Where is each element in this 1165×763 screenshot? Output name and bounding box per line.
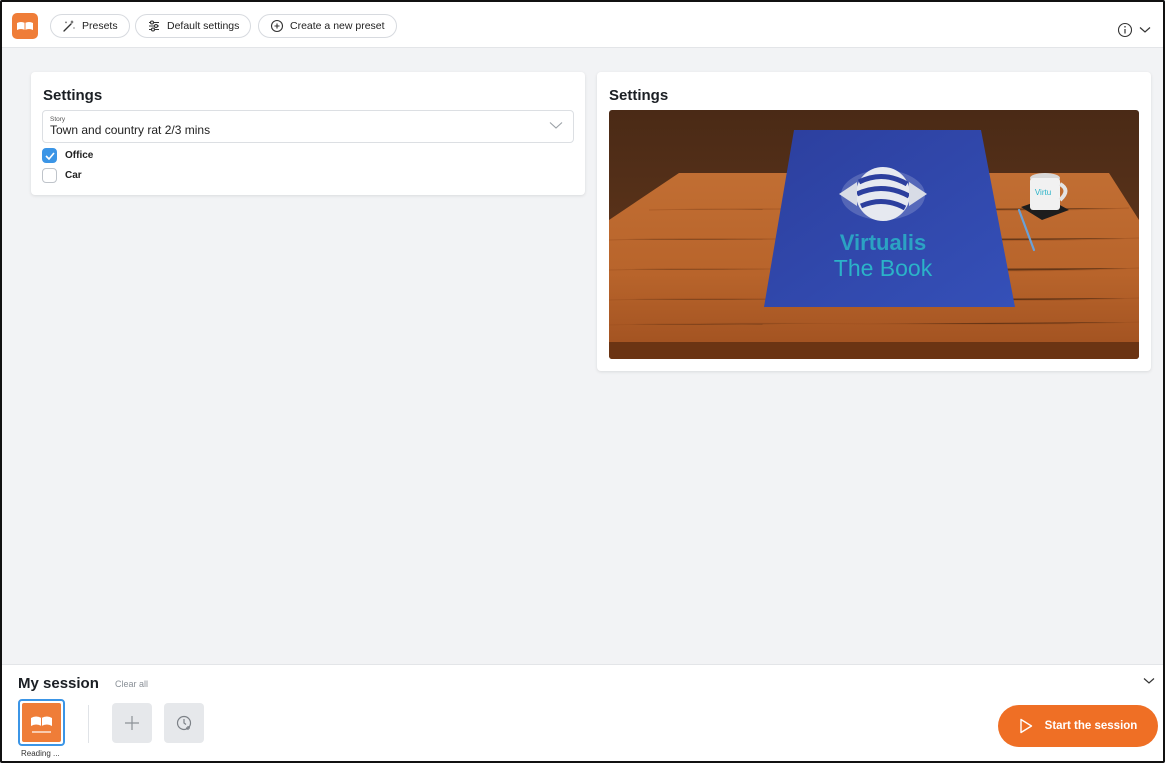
create-preset-label: Create a new preset <box>290 20 385 32</box>
default-settings-button[interactable]: Default settings <box>135 14 252 38</box>
session-item-image <box>22 703 61 742</box>
mug-text: Virtu <box>1035 188 1051 197</box>
plus-icon <box>125 716 139 730</box>
magic-wand-icon <box>63 20 75 32</box>
app-window: Presets Default settings Create a new pr… <box>0 0 1165 763</box>
check-icon <box>44 151 55 160</box>
car-checkbox[interactable] <box>42 168 57 183</box>
plus-circle-icon <box>270 19 284 33</box>
book-title-line2: The Book <box>834 255 933 281</box>
clear-all-button[interactable]: Clear all <box>115 679 148 689</box>
presets-label: Presets <box>82 20 118 32</box>
start-session-label: Start the session <box>1044 720 1138 732</box>
divider <box>88 705 89 743</box>
schedule-button[interactable] <box>164 703 204 743</box>
car-label: Car <box>65 170 82 181</box>
presets-button[interactable]: Presets <box>50 14 130 38</box>
create-preset-button[interactable]: Create a new preset <box>258 14 397 38</box>
info-menu[interactable] <box>1117 22 1151 38</box>
play-icon <box>1019 718 1032 734</box>
office-label: Office <box>65 150 94 161</box>
session-bar: My session Clear all Reading ... Start t… <box>2 664 1163 761</box>
office-checkbox[interactable] <box>42 148 57 163</box>
story-select-label: Story <box>50 116 66 123</box>
preview-card-title: Settings <box>609 87 669 104</box>
settings-card-title: Settings <box>43 87 103 104</box>
add-item-button[interactable] <box>112 703 152 743</box>
start-session-button[interactable]: Start the session <box>998 705 1158 747</box>
book-title-line1: Virtualis <box>840 230 926 255</box>
book-logo-icon <box>31 716 52 733</box>
environment-preview: Virtualis The Book Virtu <box>609 110 1139 359</box>
session-item-caption: Reading ... <box>21 749 60 758</box>
preview-scene-image: Virtualis The Book Virtu <box>609 110 1139 359</box>
option-car[interactable]: Car <box>42 168 82 183</box>
preview-card: Settings Virtualis The Book Virtu <box>597 72 1151 371</box>
sliders-icon <box>149 20 159 32</box>
chevron-down-icon <box>549 122 563 129</box>
session-title: My session <box>18 675 99 692</box>
app-logo[interactable] <box>12 13 38 39</box>
book-logo-icon <box>17 22 33 30</box>
story-select[interactable]: Story Town and country rat 2/3 mins <box>42 110 574 143</box>
top-toolbar: Presets Default settings Create a new pr… <box>2 2 1163 48</box>
settings-card: Settings Story Town and country rat 2/3 … <box>31 72 585 195</box>
clock-plus-icon <box>176 715 192 731</box>
default-settings-label: Default settings <box>167 20 240 32</box>
info-circle-icon <box>1117 22 1133 38</box>
collapse-chevron-icon[interactable] <box>1143 677 1155 685</box>
chevron-down-icon <box>1139 27 1151 33</box>
session-item-thumbnail[interactable] <box>18 699 65 746</box>
option-office[interactable]: Office <box>42 148 93 163</box>
story-select-value: Town and country rat 2/3 mins <box>50 123 211 137</box>
